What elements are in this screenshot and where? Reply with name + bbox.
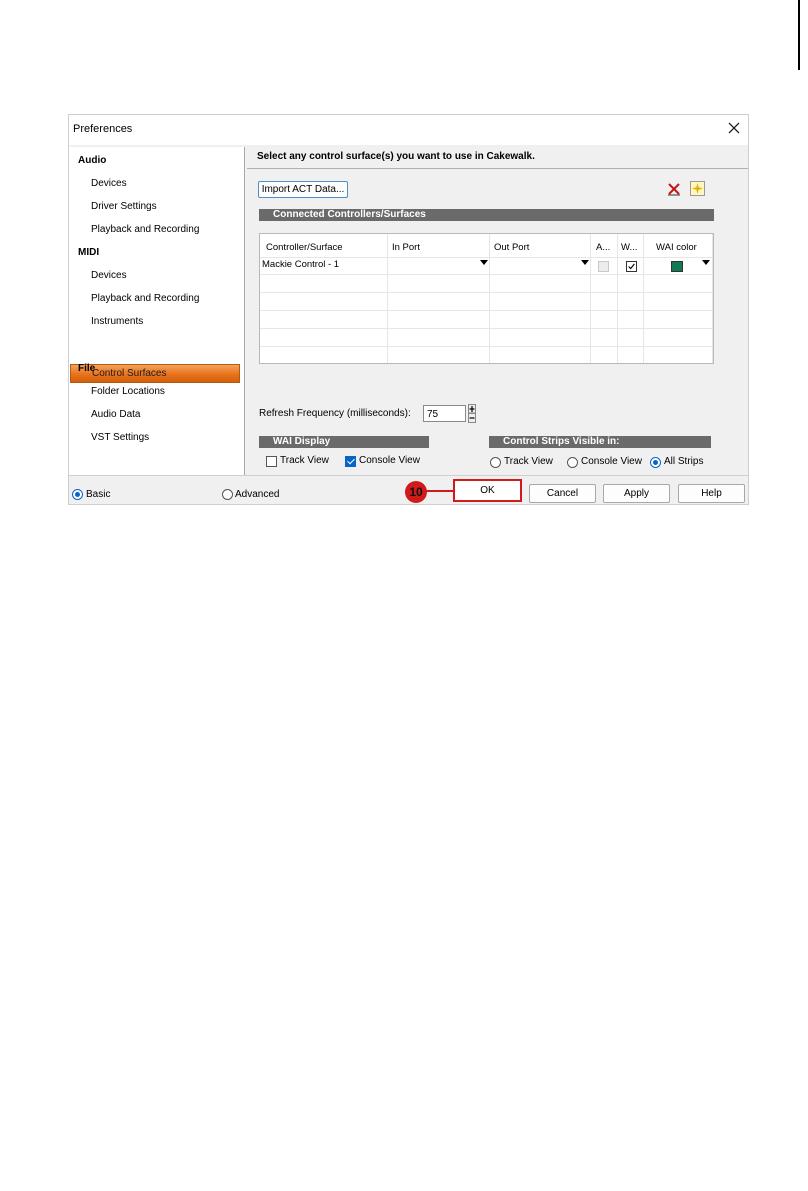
nav-item-folder-locations[interactable]: Folder Locations xyxy=(91,386,165,397)
preferences-nav-tree: Audio Devices Driver Settings Playback a… xyxy=(69,147,245,476)
nav-item-control-surfaces[interactable]: Control Surfaces xyxy=(70,364,240,383)
nav-item-driver-settings[interactable]: Driver Settings xyxy=(91,201,157,212)
strips-all-strips-radio[interactable] xyxy=(650,457,661,468)
connected-controllers-heading: Connected Controllers/Surfaces xyxy=(259,209,714,221)
preferences-dialog: Preferences Audio Devices Driver Setting… xyxy=(68,114,749,505)
w-checkbox[interactable] xyxy=(626,261,637,272)
nav-item-midi-playback[interactable]: Playback and Recording xyxy=(91,293,199,304)
column-header-wai-color[interactable]: WAI color xyxy=(656,242,697,253)
refresh-spinner-icon[interactable] xyxy=(468,404,476,423)
step-callout-badge: 10 xyxy=(405,481,427,503)
footer-separator xyxy=(69,475,748,476)
column-header-in-port[interactable]: In Port xyxy=(392,242,420,253)
strips-console-view-label[interactable]: Console View xyxy=(581,456,642,467)
mode-basic-label[interactable]: Basic xyxy=(86,489,110,500)
nav-group-midi[interactable]: MIDI xyxy=(78,247,99,258)
column-header-a[interactable]: A... xyxy=(596,242,610,253)
wai-display-label: WAI Display xyxy=(273,436,331,447)
nav-group-file[interactable]: File xyxy=(78,363,95,374)
title-bar: Preferences xyxy=(69,115,748,145)
close-icon[interactable] xyxy=(726,119,742,137)
control-strips-heading: Control Strips Visible in: xyxy=(489,436,711,448)
wai-track-view-checkbox[interactable] xyxy=(266,456,277,467)
ok-button[interactable]: OK xyxy=(453,479,522,502)
refresh-frequency-input[interactable]: 75 xyxy=(423,405,466,422)
column-header-out-port[interactable]: Out Port xyxy=(494,242,529,253)
out-port-dropdown-icon[interactable] xyxy=(581,260,589,265)
control-surfaces-panel: Select any control surface(s) you want t… xyxy=(247,145,748,475)
wai-color-swatch[interactable] xyxy=(671,261,683,272)
wai-console-view-checkbox[interactable] xyxy=(345,456,356,467)
ok-button-label: OK xyxy=(480,485,495,496)
controllers-table[interactable]: Controller/Surface In Port Out Port A...… xyxy=(259,233,714,364)
window-title: Preferences xyxy=(73,123,133,135)
controller-name-cell[interactable]: Mackie Control - 1 xyxy=(262,259,339,270)
wai-track-view-label[interactable]: Track View xyxy=(280,455,329,466)
help-button[interactable]: Help xyxy=(678,484,745,503)
nav-item-label: Control Surfaces xyxy=(92,368,167,379)
nav-item-audio-data[interactable]: Audio Data xyxy=(91,409,140,420)
strips-all-strips-label[interactable]: All Strips xyxy=(664,456,703,467)
refresh-frequency-value: 75 xyxy=(427,409,439,420)
control-strips-label: Control Strips Visible in: xyxy=(503,436,620,447)
column-header-controller[interactable]: Controller/Surface xyxy=(266,242,343,253)
panel-header-text: Select any control surface(s) you want t… xyxy=(257,151,535,162)
wai-color-dropdown-icon[interactable] xyxy=(702,260,710,265)
panel-header: Select any control surface(s) you want t… xyxy=(247,145,748,169)
strips-track-view-radio[interactable] xyxy=(490,457,501,468)
nav-item-vst-settings[interactable]: VST Settings xyxy=(91,432,149,443)
cancel-button[interactable]: Cancel xyxy=(529,484,596,503)
mode-advanced-label[interactable]: Advanced xyxy=(235,489,279,500)
strips-track-view-label[interactable]: Track View xyxy=(504,456,553,467)
column-header-w[interactable]: W... xyxy=(621,242,637,253)
import-act-data-button[interactable]: Import ACT Data... xyxy=(258,181,348,198)
in-port-dropdown-icon[interactable] xyxy=(480,260,488,265)
add-controller-icon[interactable] xyxy=(690,181,705,196)
a-checkbox xyxy=(598,261,609,272)
mode-advanced-radio[interactable] xyxy=(222,489,233,500)
delete-controller-icon[interactable] xyxy=(667,182,681,196)
wai-console-view-label[interactable]: Console View xyxy=(359,455,420,466)
nav-group-audio[interactable]: Audio xyxy=(78,155,106,166)
strips-console-view-radio[interactable] xyxy=(567,457,578,468)
nav-item-midi-devices[interactable]: Devices xyxy=(91,270,127,281)
mode-basic-radio[interactable] xyxy=(72,489,83,500)
wai-display-heading: WAI Display xyxy=(259,436,429,448)
nav-item-audio-devices[interactable]: Devices xyxy=(91,178,127,189)
nav-item-audio-playback[interactable]: Playback and Recording xyxy=(91,224,199,235)
nav-item-instruments[interactable]: Instruments xyxy=(91,316,143,327)
connected-controllers-label: Connected Controllers/Surfaces xyxy=(273,209,426,220)
refresh-frequency-label: Refresh Frequency (milliseconds): xyxy=(259,408,411,419)
callout-connector xyxy=(425,490,455,492)
apply-button[interactable]: Apply xyxy=(603,484,670,503)
page-edge-bar xyxy=(798,0,800,70)
